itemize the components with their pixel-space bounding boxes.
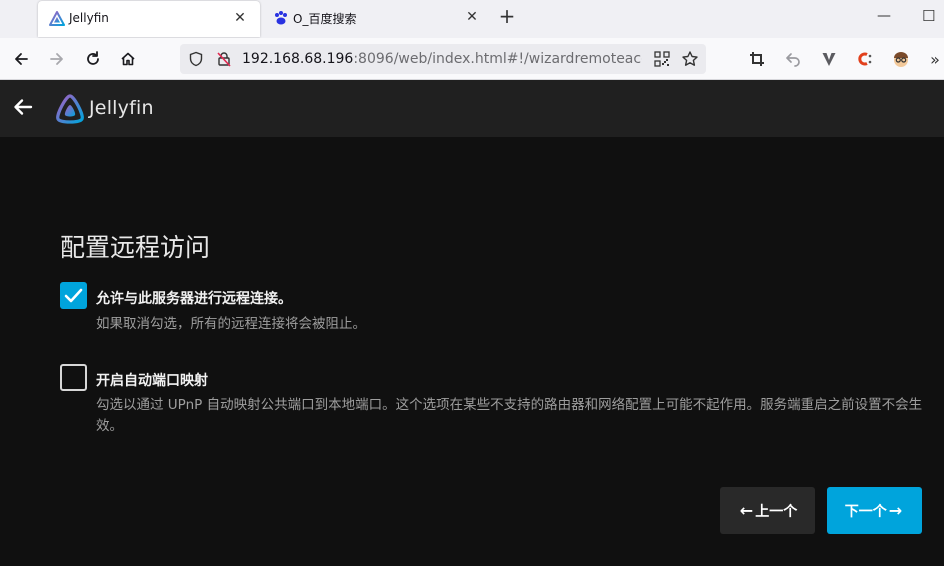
page-title: 配置远程访问 (60, 233, 211, 262)
checkmark-icon (64, 288, 83, 303)
new-tab-icon[interactable]: + (496, 6, 518, 28)
tab-jellyfin[interactable]: Jellyfin ✕ (38, 1, 260, 37)
url-path: :8096/web/index.html#!/wizardremoteacces… (353, 51, 642, 67)
browser-tab-bar: Jellyfin ✕ O_百度搜索 ✕ + — ☐ (0, 0, 944, 38)
auto-port-mapping-label[interactable]: 开启自动端口映射 (96, 370, 208, 390)
previous-button[interactable]: ← 上一个 (720, 487, 815, 534)
forward-icon[interactable] (44, 46, 70, 72)
next-button-label: 下一个 (844, 503, 887, 520)
auto-port-mapping-checkbox[interactable] (60, 364, 87, 391)
next-button[interactable]: 下一个 → (827, 487, 922, 534)
shield-icon[interactable] (188, 51, 204, 67)
maximize-icon[interactable]: ☐ (922, 7, 935, 25)
wizard-remote-access-page: 配置远程访问 允许与此服务器进行远程连接。 如果取消勾选，所有的远程连接将会被阻… (0, 137, 944, 566)
app-name[interactable]: Jellyfin (89, 97, 154, 119)
avatar-extension-icon[interactable] (890, 48, 912, 70)
app-header: Jellyfin (0, 80, 944, 137)
qr-code-icon[interactable] (654, 51, 670, 67)
undo-icon[interactable] (782, 48, 804, 70)
more-extensions-icon[interactable]: » (924, 48, 944, 70)
minimize-icon[interactable]: — (877, 8, 891, 24)
jellyfin-favicon-icon (49, 11, 65, 26)
arrow-right-icon: → (888, 501, 903, 520)
tab-baidu[interactable]: O_百度搜索 ✕ (262, 0, 492, 36)
arrow-left-icon: ← (739, 501, 754, 520)
home-icon[interactable] (115, 46, 141, 72)
browser-nav-bar: 192.168.68.196:8096/web/index.html#!/wiz… (0, 38, 944, 80)
allow-remote-connections-checkbox[interactable] (60, 282, 87, 309)
url-host: 192.168.68.196 (242, 51, 354, 67)
close-tab-icon[interactable]: ✕ (462, 7, 482, 27)
url-text: 192.168.68.196:8096/web/index.html#!/wiz… (242, 51, 642, 67)
baidu-paw-icon (275, 11, 287, 25)
tab-title: Jellyfin (69, 11, 109, 25)
jellyfin-logo-icon[interactable] (54, 93, 86, 125)
address-bar[interactable]: 192.168.68.196:8096/web/index.html#!/wiz… (180, 44, 706, 74)
previous-button-label: 上一个 (755, 503, 798, 520)
crop-screenshot-icon[interactable] (746, 48, 768, 70)
allow-remote-connections-label[interactable]: 允许与此服务器进行远程连接。 (96, 288, 292, 308)
bookmark-star-icon[interactable] (681, 50, 699, 68)
c-extension-icon[interactable] (854, 48, 876, 70)
allow-remote-connections-help: 如果取消勾选，所有的远程连接将会被阻止。 (96, 316, 366, 332)
app-back-arrow-icon[interactable] (10, 94, 36, 120)
back-icon[interactable] (8, 46, 34, 72)
auto-port-mapping-help: 勾选以通过 UPnP 自动映射公共端口到本地端口。这个选项在某些不支持的路由器和… (96, 397, 923, 434)
insecure-lock-icon[interactable] (216, 51, 232, 67)
tab-title: O_百度搜索 (293, 12, 357, 26)
close-tab-icon[interactable]: ✕ (230, 8, 250, 28)
reload-icon[interactable] (80, 46, 106, 72)
vpn-extension-icon[interactable] (818, 48, 840, 70)
